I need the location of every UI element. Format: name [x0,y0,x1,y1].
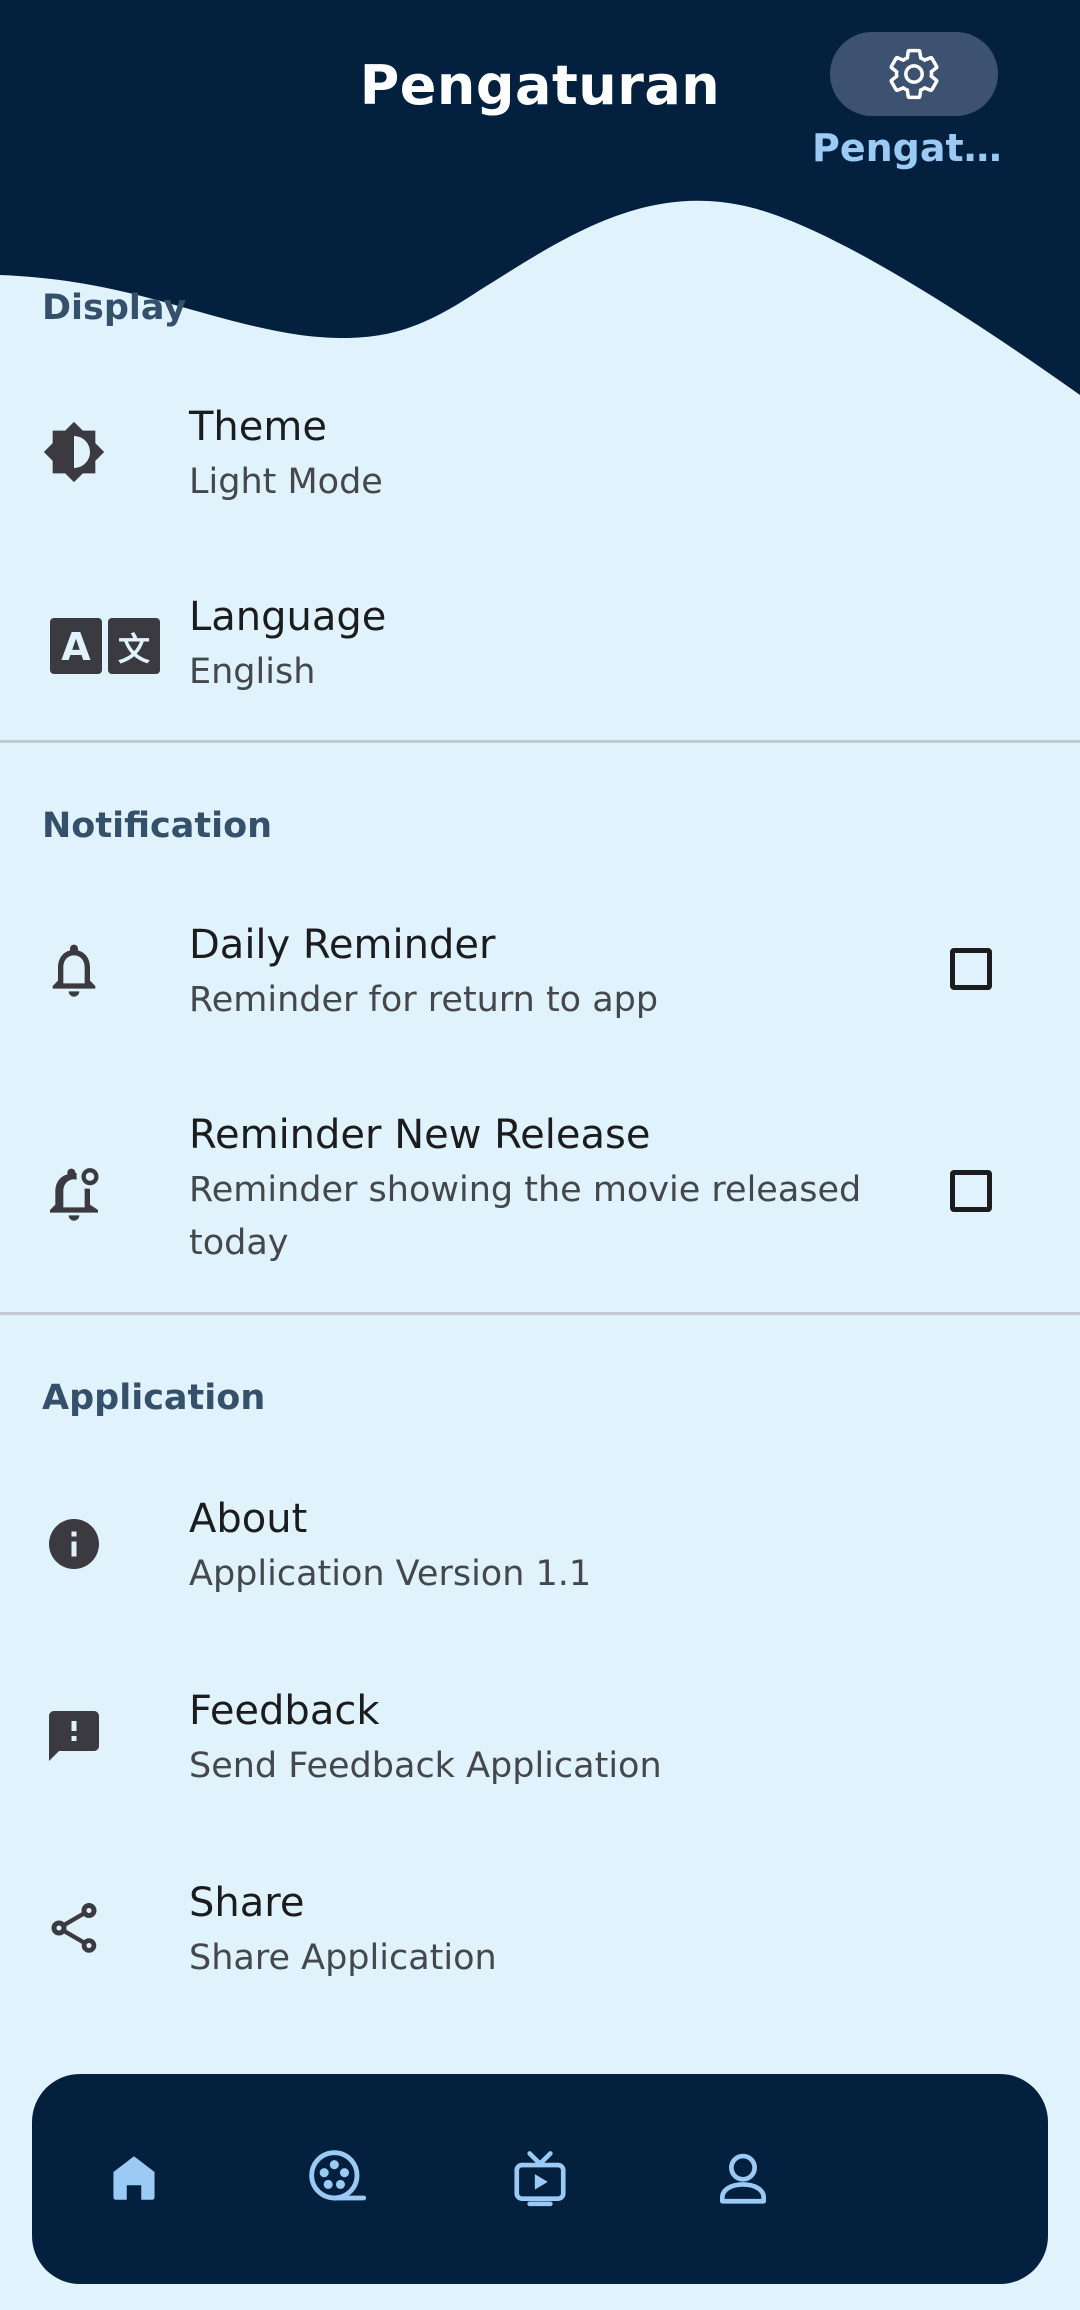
nav-label-settings: Pengatur... [812,126,1012,170]
svg-text:文: 文 [118,630,150,668]
brightness-icon [42,420,106,484]
section-divider [0,1312,1080,1315]
share-icon [42,1896,106,1960]
person-icon [711,2146,775,2210]
about-subtitle: Application Version 1.1 [189,1554,592,1594]
theme-title: Theme [189,404,327,450]
tv-icon [508,2146,572,2210]
language-title: Language [189,594,387,640]
nav-item-home[interactable] [32,2074,235,2284]
setting-item-about[interactable]: About Application Version 1.1 [0,1470,1080,1646]
setting-item-language[interactable]: A 文 Language English [0,574,1080,744]
bottom-navigation [32,2074,1048,2284]
share-subtitle: Share Application [189,1938,497,1978]
section-divider [0,740,1080,743]
setting-item-theme[interactable]: Theme Light Mode [0,380,1080,550]
setting-item-new-release[interactable]: Reminder New Release Reminder showing th… [0,1096,1080,1316]
new-release-checkbox[interactable] [950,1170,992,1212]
translate-icon: A 文 [48,614,164,678]
nav-item-movies[interactable] [235,2074,438,2284]
setting-item-feedback[interactable]: Feedback Send Feedback Application [0,1662,1080,1838]
feedback-title: Feedback [189,1688,380,1734]
info-icon [42,1512,106,1576]
svg-text:A: A [61,625,91,669]
language-subtitle: English [189,652,316,692]
daily-reminder-checkbox[interactable] [950,948,992,990]
daily-reminder-title: Daily Reminder [189,922,496,968]
new-release-subtitle: Reminder showing the movie released toda… [189,1170,862,1263]
section-header-application: Application [42,1378,266,1418]
theme-subtitle: Light Mode [189,462,383,502]
feedback-subtitle: Send Feedback Application [189,1746,662,1786]
gear-icon [882,42,946,106]
daily-reminder-subtitle: Reminder for return to app [189,980,659,1020]
bell-badge-icon [42,1162,106,1226]
about-title: About [189,1496,308,1542]
share-title: Share [189,1880,305,1926]
section-header-display: Display [42,288,187,328]
home-icon [102,2146,166,2210]
bell-icon [42,938,106,1002]
feedback-icon [42,1704,106,1768]
film-reel-icon [305,2146,369,2210]
section-header-notification: Notification [42,806,273,846]
new-release-title: Reminder New Release [189,1112,651,1158]
nav-item-profile[interactable] [641,2074,844,2284]
setting-item-daily-reminder[interactable]: Daily Reminder Reminder for return to ap… [0,896,1080,1072]
nav-item-tv[interactable] [438,2074,641,2284]
setting-item-share[interactable]: Share Share Application [0,1854,1080,2030]
